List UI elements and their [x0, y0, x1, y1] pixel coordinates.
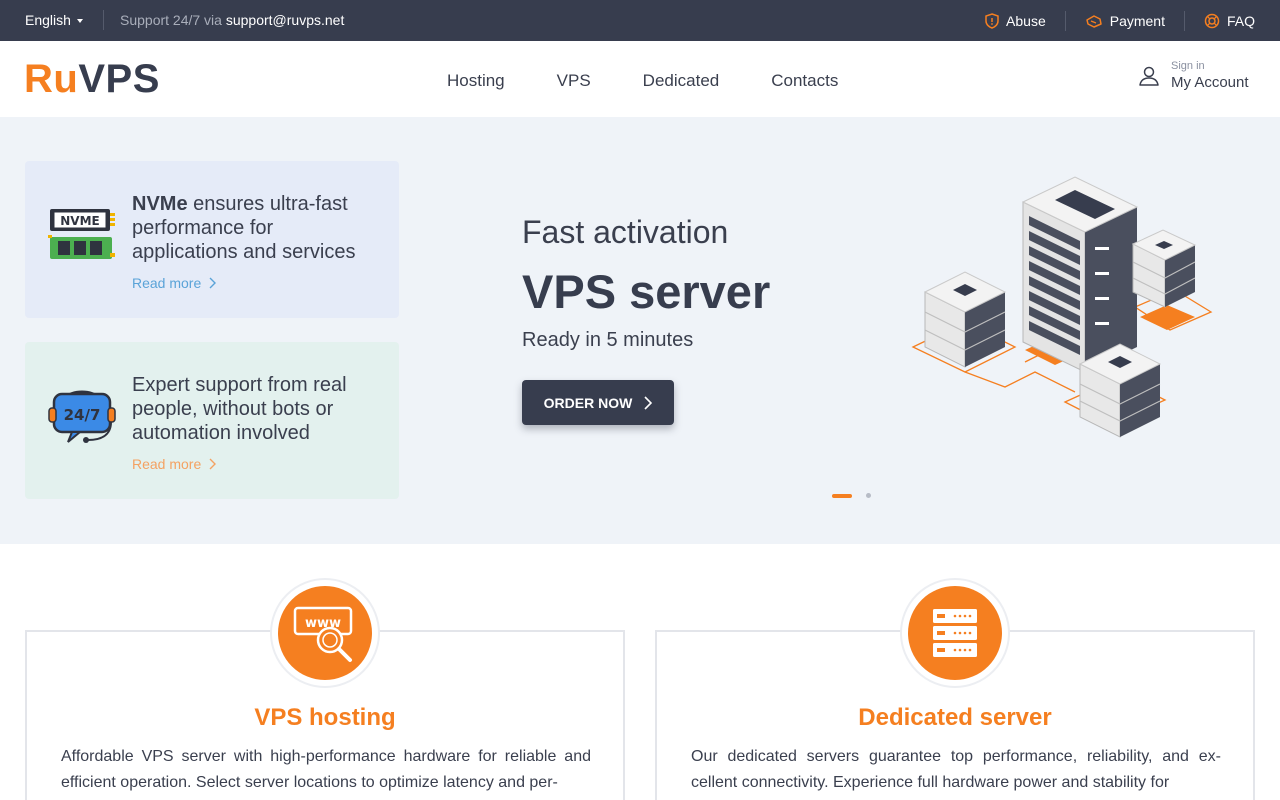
slider-pagination [832, 493, 871, 498]
support-card-text: Expert support from real people, without… [132, 374, 347, 444]
support-email-link[interactable]: support@ruvps.net [226, 12, 345, 28]
chevron-right-icon [644, 395, 653, 410]
abuse-link[interactable]: Abuse [966, 11, 1065, 31]
support-icon-label: 24/7 [64, 406, 101, 424]
topbar-links: Abuse Payment FAQ [966, 0, 1255, 41]
logo-vps: VPS [78, 57, 160, 101]
hero-tagline: Ready in 5 minutes [522, 329, 694, 351]
service-card-vps-hosting[interactable]: www VPS hosting Affordable VPS server wi… [25, 578, 625, 800]
order-now-label: ORDER NOW [543, 394, 633, 411]
read-more-label: Read more [132, 275, 202, 291]
chevron-right-icon [209, 458, 217, 470]
service-icon-circle [900, 578, 1010, 688]
read-more-label: Read more [132, 456, 202, 472]
nav-hosting[interactable]: Hosting [447, 71, 505, 91]
nvme-icon-label: NVME [60, 214, 99, 228]
support-info: Support 24/7 via support@ruvps.net [120, 12, 344, 28]
wallet-icon [1085, 14, 1102, 28]
service-title: Dedicated server [858, 704, 1052, 731]
language-selector[interactable]: English [25, 12, 83, 28]
service-description: Affordable VPS server with high-performa… [61, 748, 591, 791]
service-title: VPS hosting [254, 704, 396, 731]
server-illustration [911, 176, 1213, 438]
logo-ru: Ru [24, 57, 79, 101]
my-account-label: My Account [1171, 74, 1249, 91]
payment-link[interactable]: Payment [1064, 10, 1184, 31]
account-text: Sign in My Account [1171, 60, 1249, 91]
nvme-bold: NVMe [132, 193, 188, 215]
service-icon-circle: www [270, 578, 380, 688]
server-rack-icon [933, 609, 977, 657]
feature-card-nvme: NVME NVMe ensures ultra-fast performance… [25, 161, 399, 318]
payment-label: Payment [1109, 12, 1165, 29]
hero-section: NVME NVMe ensures ultra-fast performance… [0, 117, 1280, 544]
account-link[interactable]: Sign in My Account [1138, 60, 1249, 91]
language-label: English [25, 12, 71, 28]
nvme-icon: NVME [48, 209, 115, 259]
caret-down-icon [76, 19, 83, 23]
shield-icon [985, 12, 999, 29]
faq-link[interactable]: FAQ [1183, 10, 1255, 31]
service-description: Our dedicated servers guarantee top perf… [691, 748, 1221, 791]
nvme-read-more-link[interactable]: Read more [132, 275, 217, 291]
support-read-more-link[interactable]: Read more [132, 456, 217, 472]
nvme-card-text: NVMe ensures ultra-fast performance for … [132, 192, 382, 264]
user-icon [1139, 66, 1159, 86]
logo[interactable]: RuVPS [24, 57, 160, 101]
feature-card-support: 24/7 Expert support from real people, wi… [25, 342, 399, 499]
hero-subtitle: Fast activation [522, 214, 729, 250]
support-24-7-icon: 24/7 [48, 390, 116, 443]
main-nav: Hosting VPS Dedicated Contacts [447, 71, 838, 91]
order-now-button[interactable]: ORDER NOW [522, 380, 674, 425]
abuse-label: Abuse [1006, 12, 1046, 29]
hero-title: VPS server [522, 265, 771, 318]
nav-dedicated[interactable]: Dedicated [643, 71, 720, 91]
lifebuoy-icon [1204, 13, 1220, 28]
topbar-divider [103, 10, 104, 30]
main-header: RuVPS Hosting VPS Dedicated Contacts Sig… [0, 41, 1280, 117]
nav-vps[interactable]: VPS [557, 71, 591, 91]
chevron-right-icon [209, 277, 217, 289]
slider-dot[interactable] [866, 493, 871, 498]
support-prefix: Support 24/7 via [120, 12, 222, 28]
faq-label: FAQ [1226, 12, 1255, 29]
slider-dot-active[interactable] [832, 493, 852, 498]
nav-contacts[interactable]: Contacts [771, 71, 838, 91]
service-card-dedicated[interactable]: Dedicated server Our dedicated servers g… [655, 578, 1255, 800]
sign-in-label: Sign in [1171, 60, 1205, 72]
www-search-icon: www [293, 606, 353, 662]
top-bar: English Support 24/7 via support@ruvps.n… [0, 0, 1280, 41]
